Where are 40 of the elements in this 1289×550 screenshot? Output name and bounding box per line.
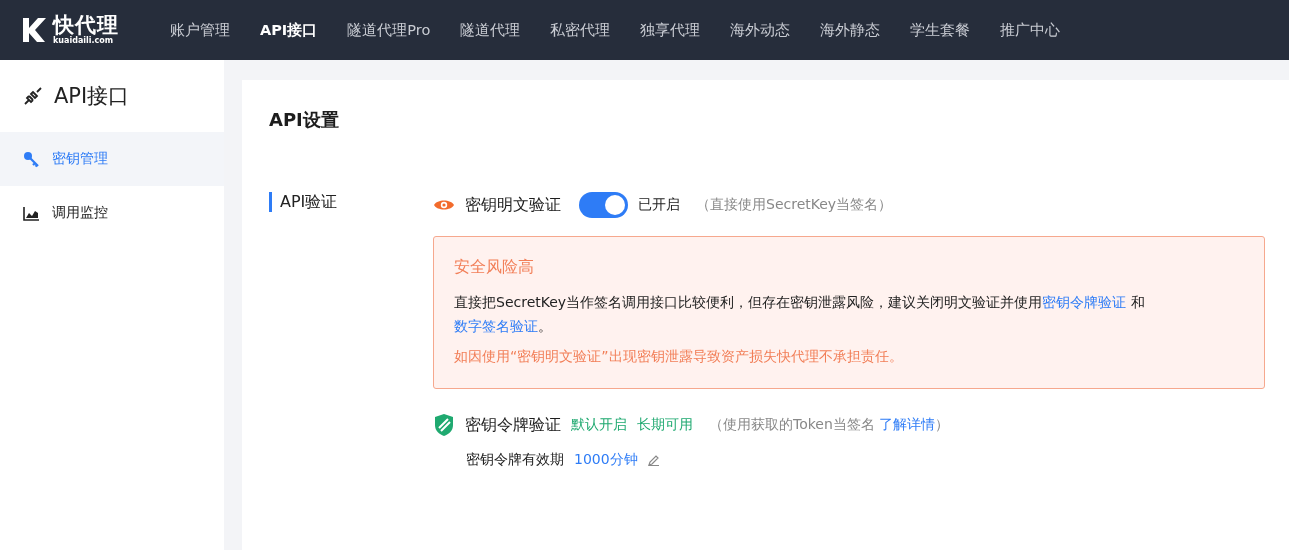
- section-label: API验证: [269, 192, 433, 212]
- nav-tab[interactable]: 海外静态: [820, 20, 881, 40]
- sidebar-item[interactable]: 密钥管理: [0, 132, 224, 186]
- sidebar-item[interactable]: 调用监控: [0, 186, 224, 240]
- eye-icon: [433, 198, 455, 212]
- nav-tab[interactable]: 隧道代理Pro: [347, 20, 431, 40]
- hint-text: （使用获取的Token当签名: [709, 416, 875, 434]
- nav-tab[interactable]: 推广中心: [1000, 20, 1061, 40]
- nav-tab[interactable]: API接口: [260, 20, 318, 40]
- toggle-switch[interactable]: [579, 192, 628, 218]
- section-title: API设置: [269, 108, 340, 132]
- logo-domain: kuaidaili.com: [53, 36, 115, 46]
- edit-icon[interactable]: [647, 454, 660, 466]
- alert-title: 安全风险高: [454, 257, 535, 278]
- link[interactable]: 密钥令牌验证: [1042, 294, 1127, 310]
- logo-name: 快代理: [53, 14, 119, 36]
- hint-text: ）: [934, 416, 949, 434]
- option-label: 密钥令牌验证: [465, 414, 561, 436]
- learn-more-link[interactable]: 了解详情: [878, 416, 935, 434]
- shield-icon: [433, 413, 455, 437]
- field-value: 1000分钟: [574, 451, 638, 469]
- nav-tab[interactable]: 私密代理: [550, 20, 611, 40]
- field-label: 密钥令牌有效期: [466, 451, 564, 469]
- nav-tab[interactable]: 学生套餐: [910, 20, 971, 40]
- option-label: 密钥明文验证: [465, 194, 561, 216]
- plug-icon: [22, 85, 44, 107]
- status-tag: 长期可用: [637, 416, 693, 434]
- nav-tab[interactable]: 隧道代理: [460, 20, 521, 40]
- hint-text: （直接使用SecretKey当签名）: [696, 196, 893, 214]
- nav-tab[interactable]: 独享代理: [640, 20, 701, 40]
- status-text: 已开启: [638, 196, 680, 214]
- link[interactable]: 数字签名验证: [454, 318, 538, 334]
- nav-tab[interactable]: 海外动态: [730, 20, 791, 40]
- sidebar-title: API接口: [54, 83, 130, 110]
- key-icon: [23, 150, 40, 168]
- alert-message: 直接把SecretKey当作签名调用接口比较便利，但存在密钥泄露风险，建议关闭明文验证并使用密钥令牌验证 和 数字签名验证。: [454, 293, 1146, 336]
- disclaimer-text: 如因使用“密钥明文验证”出现密钥泄露导致资产损失快代理不承担责任。: [454, 348, 904, 366]
- nav-tab[interactable]: 账户管理: [170, 20, 230, 40]
- status-tag: 默认开启: [571, 416, 627, 434]
- area-chart-icon: [23, 205, 40, 221]
